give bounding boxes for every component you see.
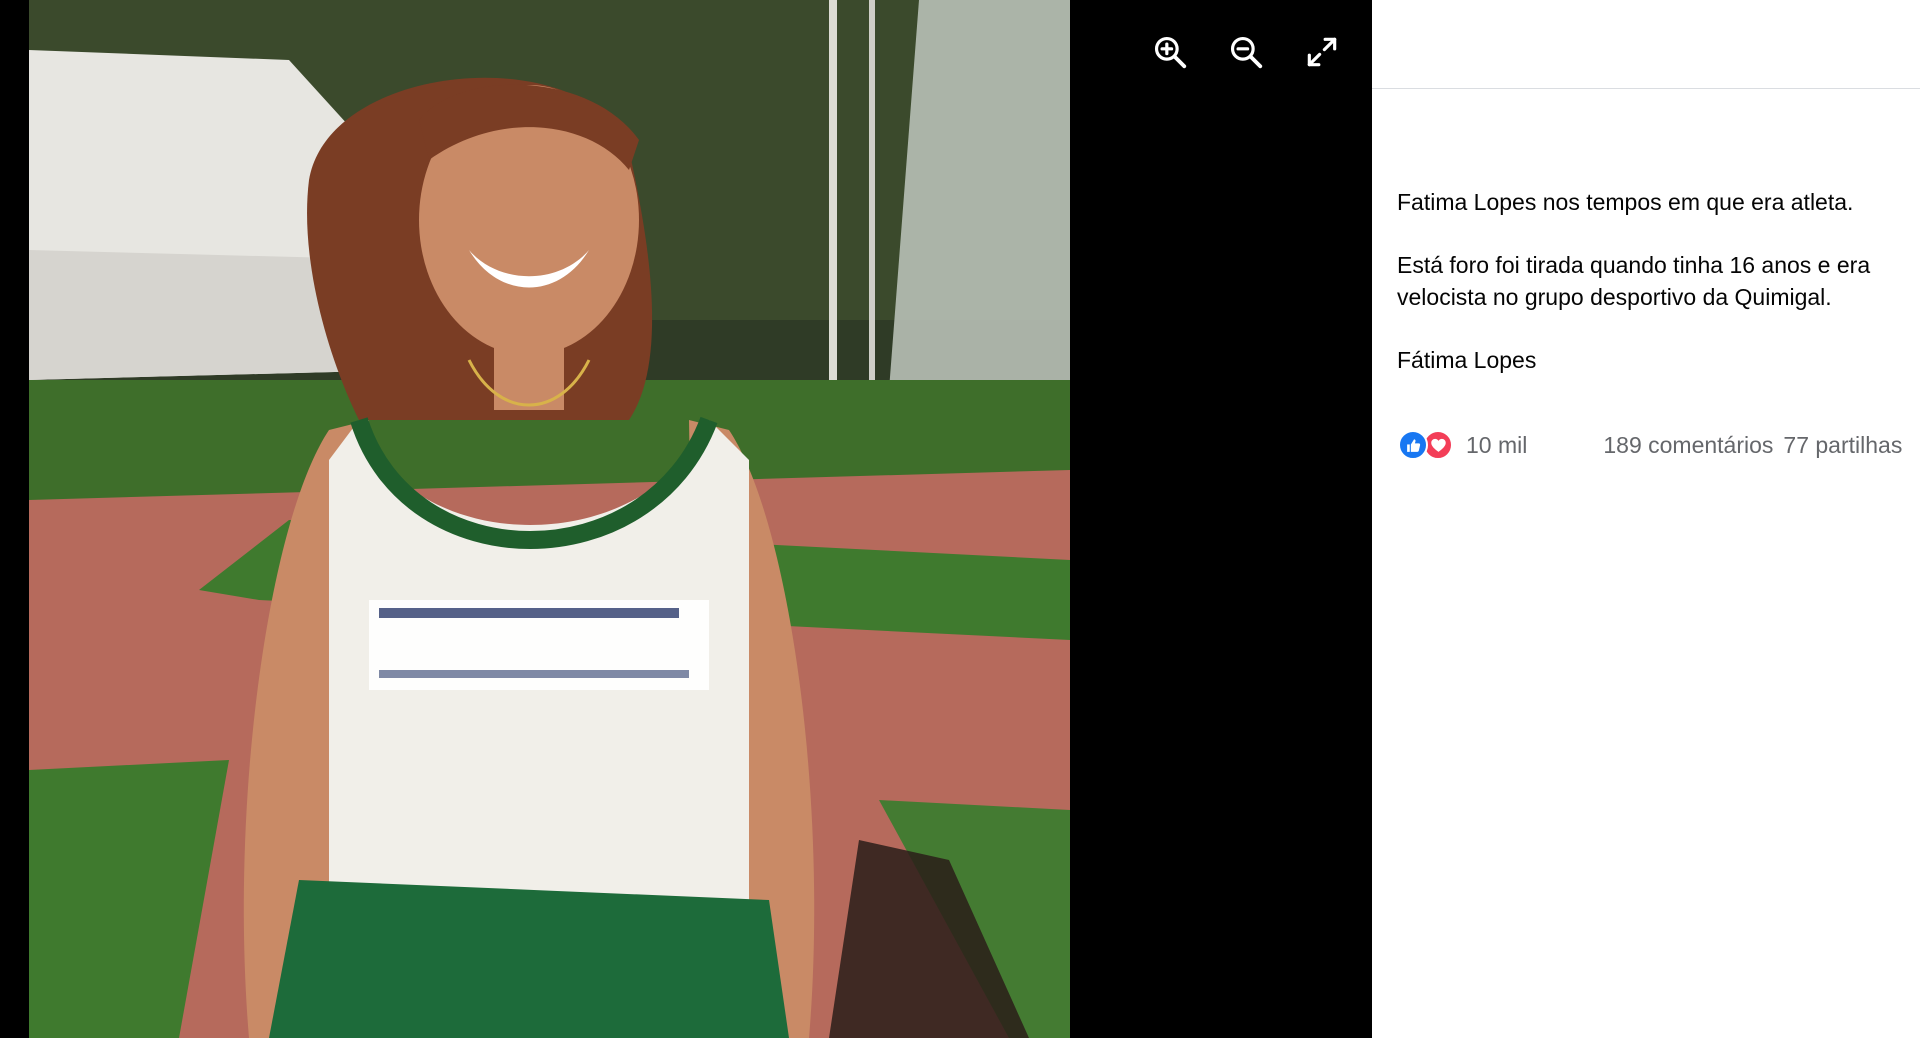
shares-count[interactable]: 77 partilhas bbox=[1783, 432, 1902, 459]
zoom-in-button[interactable] bbox=[1148, 30, 1192, 74]
post-photo[interactable] bbox=[29, 0, 1070, 1038]
post-paragraph: Está foro foi tirada quando tinha 16 ano… bbox=[1397, 252, 1871, 310]
post-paragraph: Fatima Lopes nos tempos em que era atlet… bbox=[1397, 189, 1854, 215]
like-icon bbox=[1398, 430, 1428, 460]
reaction-count[interactable]: 10 mil bbox=[1466, 432, 1527, 459]
post-paragraph: Fátima Lopes bbox=[1397, 347, 1537, 373]
post-side-panel: Fatima Lopes nos tempos em que era atlet… bbox=[1372, 0, 1920, 1038]
comments-count[interactable]: 189 comentários bbox=[1603, 432, 1773, 459]
reaction-icons[interactable] bbox=[1398, 430, 1453, 460]
zoom-out-icon bbox=[1230, 36, 1263, 69]
post-text: Fatima Lopes nos tempos em que era atlet… bbox=[1397, 186, 1902, 407]
photo-illustration bbox=[29, 0, 1070, 1038]
fullscreen-icon bbox=[1307, 37, 1337, 67]
reactions-bar: 10 mil 189 comentários 77 partilhas bbox=[1398, 428, 1920, 462]
photo-viewer bbox=[0, 0, 1372, 1038]
zoom-in-icon bbox=[1154, 36, 1187, 69]
panel-header bbox=[1372, 0, 1920, 89]
zoom-out-button[interactable] bbox=[1224, 30, 1268, 74]
viewer-controls bbox=[1148, 30, 1344, 74]
fullscreen-button[interactable] bbox=[1300, 30, 1344, 74]
